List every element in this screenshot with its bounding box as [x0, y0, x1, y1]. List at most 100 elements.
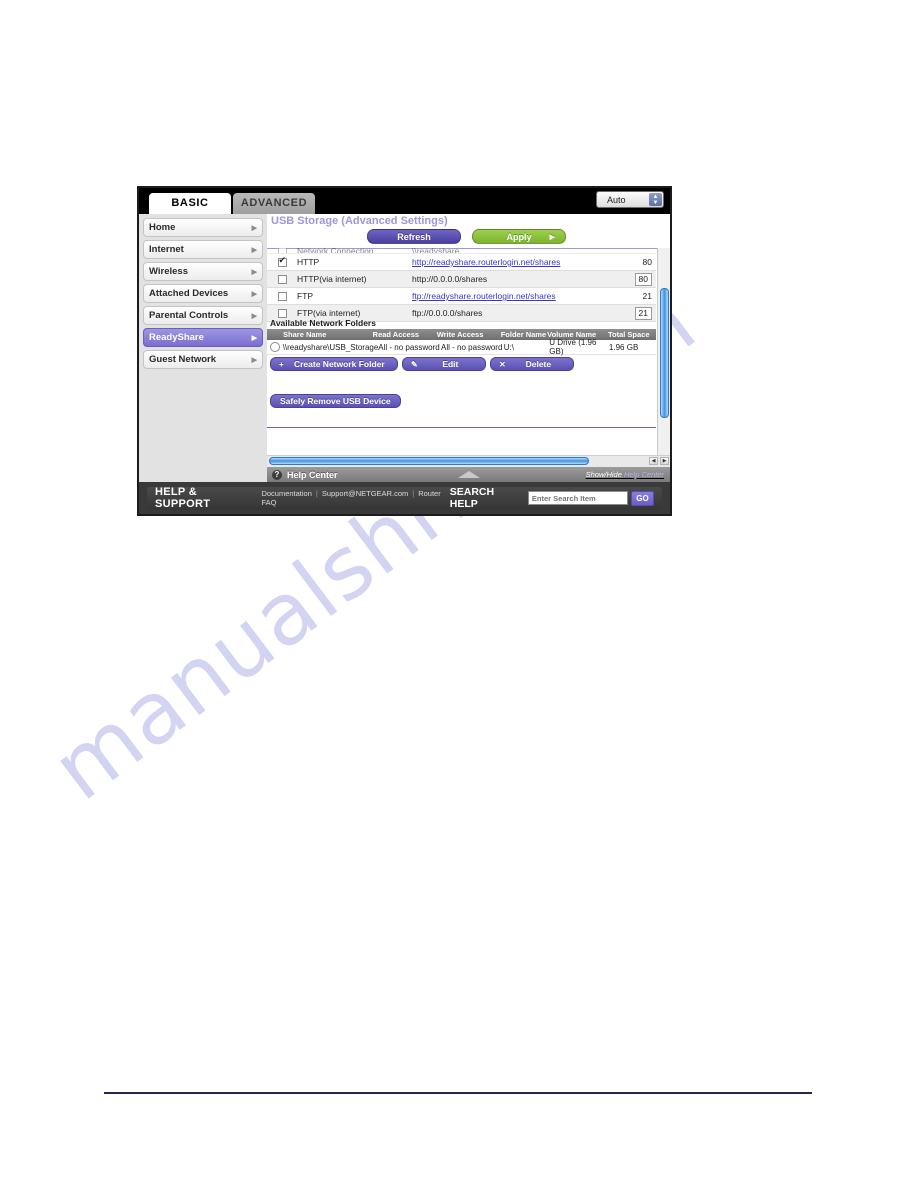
- share-url-link[interactable]: ftp://readyshare.routerlogin.net/shares: [412, 291, 556, 301]
- sidebar-item-readyshare[interactable]: ReadyShare ▶: [143, 328, 263, 347]
- scroll-left-icon[interactable]: ◀: [649, 457, 658, 465]
- checkbox-icon[interactable]: [277, 256, 287, 267]
- sidebar: Home ▶ Internet ▶ Wireless ▶ Attached De…: [139, 214, 267, 482]
- table-row[interactable]: FTP ftp://readyshare.routerlogin.net/sha…: [267, 288, 656, 305]
- chevron-right-icon: ▶: [251, 224, 257, 232]
- search-help-label: SEARCH HELP: [449, 486, 495, 510]
- chevron-right-icon: ▶: [251, 290, 257, 298]
- edit-button[interactable]: ✎ Edit: [402, 357, 486, 371]
- chevron-right-icon: ▶: [251, 246, 257, 254]
- go-button[interactable]: GO: [630, 490, 654, 506]
- arrow-right-icon: ▶: [549, 233, 555, 241]
- vertical-scrollbar[interactable]: ▲ ▼: [657, 248, 670, 482]
- chevron-right-icon: ▶: [251, 268, 257, 276]
- page-watermark: manualshive.com: [0, 0, 918, 1188]
- cell-folder-name: U:\: [503, 342, 515, 352]
- chevron-updown-icon: ▲ ▼: [649, 193, 662, 206]
- create-network-folder-button[interactable]: + Create Network Folder: [270, 357, 398, 371]
- sidebar-item-internet[interactable]: Internet ▶: [143, 240, 263, 259]
- row-url[interactable]: http://readyshare.routerlogin.net/shares: [412, 257, 618, 267]
- sidebar-item-label: Wireless: [149, 266, 188, 277]
- create-network-folder-label: Create Network Folder: [293, 359, 385, 369]
- checkbox-icon[interactable]: [277, 274, 287, 284]
- sidebar-item-wireless[interactable]: Wireless ▶: [143, 262, 263, 281]
- ui-body: Home ▶ Internet ▶ Wireless ▶ Attached De…: [139, 214, 670, 482]
- footer-separator: |: [315, 489, 318, 498]
- checkbox-icon[interactable]: [277, 291, 287, 301]
- row-checkbox-cell[interactable]: [267, 256, 297, 267]
- sidebar-item-label: ReadyShare: [149, 332, 204, 343]
- row-port[interactable]: 80: [618, 272, 656, 286]
- network-folders-table: Share Name Read Access Write Access Fold…: [267, 329, 656, 356]
- horizontal-scrollbar-thumb[interactable]: [269, 457, 589, 465]
- row-checkbox-cell[interactable]: [267, 248, 297, 253]
- help-center-bar: ? Help Center Show/Hide Help Center: [267, 467, 670, 482]
- sidebar-item-attached-devices[interactable]: Attached Devices ▶: [143, 284, 263, 303]
- row-port[interactable]: 21: [618, 306, 656, 320]
- checkbox-icon[interactable]: [277, 308, 287, 318]
- row-name: FTP(via internet): [297, 308, 361, 318]
- tab-basic[interactable]: BASIC: [149, 193, 231, 214]
- sidebar-item-label: Guest Network: [149, 354, 217, 365]
- safely-remove-usb-button[interactable]: Safely Remove USB Device: [270, 394, 401, 408]
- footer-links: Documentation | Support@NETGEAR.com | Router…: [261, 489, 449, 507]
- vertical-scrollbar-thumb[interactable]: [660, 288, 669, 418]
- row-url[interactable]: ftp://readyshare.routerlogin.net/shares: [412, 291, 618, 301]
- table-row[interactable]: HTTP http://readyshare.routerlogin.net/s…: [267, 254, 656, 271]
- row-checkbox-cell[interactable]: [267, 274, 297, 284]
- search-input[interactable]: [527, 491, 628, 505]
- help-support-title: HELP & SUPPORT: [155, 486, 211, 510]
- row-checkbox-cell[interactable]: [267, 291, 297, 301]
- table-row[interactable]: \\readyshare\USB_Storage All - no passwo…: [267, 338, 656, 356]
- row-name: FTP: [297, 291, 314, 301]
- footer-link-support-email[interactable]: Support@NETGEAR.com: [322, 489, 408, 498]
- footer-link-documentation[interactable]: Documentation: [261, 489, 311, 498]
- footer-bar: HELP & SUPPORT Documentation | Support@NET…: [139, 482, 670, 514]
- sidebar-item-label: Attached Devices: [149, 288, 229, 299]
- footer-separator: |: [412, 489, 415, 498]
- row-port: 80: [642, 257, 652, 267]
- expand-caret-icon[interactable]: [457, 471, 480, 478]
- language-select-value: Auto: [607, 194, 626, 205]
- table-row[interactable]: HTTP(via internet) http://0.0.0.0/shares…: [267, 271, 656, 288]
- help-center-label: Help Center: [287, 469, 338, 480]
- content-pane: USB Storage (Advanced Settings) Refresh …: [267, 214, 670, 482]
- sidebar-item-label: Internet: [149, 244, 184, 255]
- sidebar-item-parental-controls[interactable]: Parental Controls ▶: [143, 306, 263, 325]
- row-port: 21: [642, 291, 652, 301]
- page-bottom-rule: [104, 1092, 812, 1094]
- apply-button[interactable]: Apply ▶: [472, 229, 566, 244]
- delete-button[interactable]: ✕ Delete: [490, 357, 574, 371]
- refresh-button[interactable]: Refresh: [367, 229, 461, 244]
- col-write-access: Write Access: [436, 330, 484, 339]
- port-input[interactable]: 80: [634, 272, 652, 286]
- col-share-name: Share Name: [283, 330, 327, 339]
- sidebar-item-label: Home: [149, 222, 176, 233]
- share-url-link[interactable]: http://readyshare.routerlogin.net/shares: [412, 257, 560, 267]
- chevron-right-icon: ▶: [251, 334, 257, 342]
- table-row[interactable]: Network Connection \\readyshare: [267, 248, 656, 254]
- close-x-icon: ✕: [499, 359, 506, 369]
- radio-icon[interactable]: [269, 342, 280, 352]
- share-access-table: Network Connection \\readyshare HTTP htt…: [267, 248, 656, 322]
- show-hide-help-center-link[interactable]: Show/Hide Help Center: [586, 470, 664, 479]
- row-radio-cell[interactable]: [267, 342, 283, 352]
- footer-inner: HELP & SUPPORT Documentation | Support@NET…: [147, 486, 662, 510]
- port-input[interactable]: 21: [634, 306, 652, 320]
- tab-advanced[interactable]: ADVANCED: [233, 193, 315, 214]
- scroll-right-icon[interactable]: ▶: [660, 457, 669, 465]
- horizontal-scrollbar[interactable]: ◀ ▶: [267, 455, 670, 467]
- content-divider: [267, 427, 656, 428]
- help-center-link-label: Help Center: [623, 470, 664, 479]
- sidebar-item-guest-network[interactable]: Guest Network ▶: [143, 350, 263, 369]
- checkbox-icon[interactable]: [277, 248, 287, 253]
- sidebar-item-home[interactable]: Home ▶: [143, 218, 263, 237]
- row-checkbox-cell[interactable]: [267, 308, 297, 318]
- col-folder-name: Folder Name: [500, 330, 547, 339]
- page-title: USB Storage (Advanced Settings): [271, 215, 448, 227]
- show-hide-label: Show/Hide: [585, 470, 624, 479]
- network-folders-title: Available Network Folders: [270, 318, 376, 328]
- question-mark-icon[interactable]: ?: [272, 469, 282, 480]
- cell-volume-name: U Drive (1.96 GB): [549, 338, 597, 356]
- language-select[interactable]: Auto ▲ ▼: [596, 191, 664, 208]
